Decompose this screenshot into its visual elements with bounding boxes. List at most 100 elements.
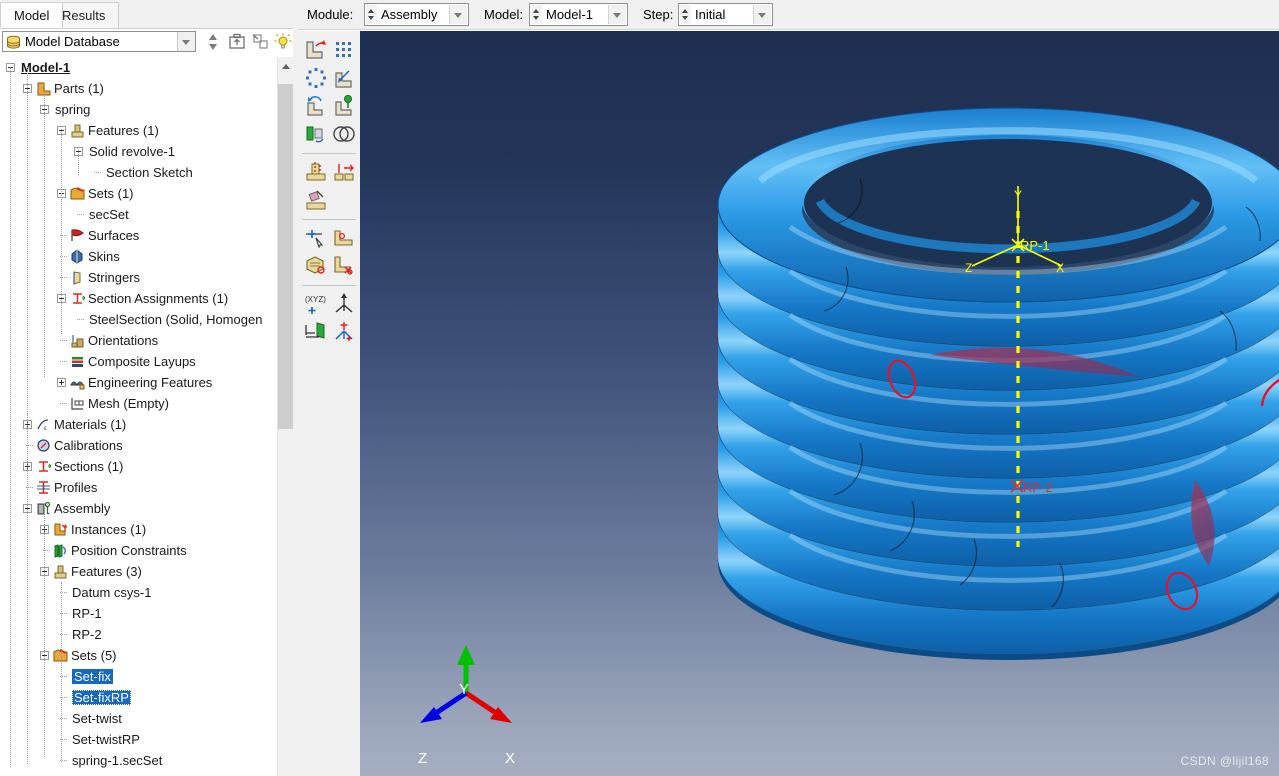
radial-pattern-icon[interactable]	[303, 65, 329, 91]
model-tree[interactable]: Model-1 Parts (1) spring Features (1) Solid …	[0, 57, 277, 776]
tab-model[interactable]: Model	[0, 2, 64, 28]
lightbulb-icon[interactable]	[272, 32, 294, 52]
tree-item-position-constraints[interactable]: Position Constraints	[0, 540, 277, 561]
tree-item-label: Assembly	[54, 501, 111, 516]
translate-to-icon[interactable]	[331, 93, 357, 119]
boolean-instances-icon[interactable]	[331, 121, 357, 147]
model-spinner-icon[interactable]	[531, 5, 542, 24]
tree-guide-line	[27, 414, 28, 764]
triad-y-label: Y	[459, 681, 470, 698]
constraint-remove-icon[interactable]	[331, 253, 357, 279]
panel-tabbar: Model Results	[0, 0, 293, 29]
svg-text:(XYZ): (XYZ)	[305, 295, 326, 304]
orientations-icon	[70, 333, 85, 348]
step-label: Step:	[643, 7, 674, 22]
tree-item-stringers[interactable]: Stringers	[0, 267, 277, 288]
tree-item-engineering-features[interactable]: Engineering Features	[0, 372, 277, 393]
tree-item-features-3[interactable]: Features (3)	[0, 561, 277, 582]
model-label: Model:	[484, 7, 524, 22]
create-datum-plane-icon[interactable]	[303, 319, 329, 345]
tree-item-label: Parts (1)	[54, 81, 104, 96]
tree-item-secset[interactable]: secSet	[0, 204, 277, 225]
create-instance-icon[interactable]	[303, 37, 329, 63]
tree-guide-line	[44, 507, 45, 757]
tree-item-sets-1[interactable]: Sets (1)	[0, 183, 277, 204]
tree-item-steelsection-solid-homogen[interactable]: SteelSection (Solid, Homogen	[0, 309, 277, 330]
tree-item-profiles[interactable]: Profiles	[0, 477, 277, 498]
step-chevron-down-icon[interactable]	[753, 5, 771, 24]
tree-item-features-1[interactable]: Features (1)	[0, 120, 277, 141]
create-datum-csys-icon[interactable]: (XYZ)	[303, 291, 329, 317]
linear-pattern-icon[interactable]	[331, 37, 357, 63]
tree-item-sets-5[interactable]: Sets (5)	[0, 645, 277, 666]
expand-toggle[interactable]	[57, 378, 66, 387]
tree-item-model-1[interactable]: Model-1	[0, 57, 277, 78]
tree-guide-line	[78, 150, 79, 175]
delete-set-icon[interactable]	[303, 187, 329, 213]
model-tree-scrollbar[interactable]	[277, 57, 294, 776]
model-database-select[interactable]: Model Database	[2, 31, 196, 52]
tree-item-rp-2[interactable]: RP-2	[0, 624, 277, 645]
tree-item-spring-1-secset[interactable]: spring-1.secSet	[0, 750, 277, 771]
create-datum-axis-icon[interactable]	[331, 291, 357, 317]
tab-results-label: Results	[62, 8, 106, 23]
tree-item-solid-revolve-1[interactable]: Solid revolve-1	[0, 141, 277, 162]
tree-guide-line	[61, 582, 62, 762]
tree-item-set-twistrp[interactable]: Set-twistRP	[0, 729, 277, 750]
create-datum-point-icon[interactable]	[331, 319, 357, 345]
translate-instance-icon[interactable]	[331, 65, 357, 91]
model-chevron-down-icon[interactable]	[608, 5, 626, 24]
tree-item-surfaces[interactable]: Surfaces	[0, 225, 277, 246]
tree-item-materials-1[interactable]: ε Materials (1)	[0, 414, 277, 435]
constraint-face-to-face-icon[interactable]	[331, 225, 357, 251]
folder-up-icon[interactable]	[226, 32, 248, 52]
tree-connector	[60, 403, 67, 404]
model-select[interactable]: Model-1	[529, 3, 628, 26]
tree-item-label: Engineering Features	[88, 375, 213, 390]
module-spinner-icon[interactable]	[366, 5, 377, 24]
tree-connector	[60, 361, 67, 362]
features-icon	[70, 123, 85, 138]
tree-item-label: Orientations	[88, 333, 159, 348]
tree-item-sections-1[interactable]: Sections (1)	[0, 456, 277, 477]
tree-item-rp-1[interactable]: RP-1	[0, 603, 277, 624]
step-spinner-icon[interactable]	[680, 5, 691, 24]
tree-item-skins[interactable]: Skins	[0, 246, 277, 267]
tree-item-calibrations[interactable]: Calibrations	[0, 435, 277, 456]
rotate-instance-icon[interactable]	[303, 93, 329, 119]
tree-item-set-fixrp[interactable]: Set-fixRP	[0, 687, 277, 708]
spin-updown-button[interactable]	[202, 32, 224, 52]
tree-item-instances-1[interactable]: Instances (1)	[0, 519, 277, 540]
tree-item-section-assignments-1[interactable]: Section Assignments (1)	[0, 288, 277, 309]
copy-objects-icon[interactable]	[250, 32, 272, 52]
svg-text:ε: ε	[44, 426, 47, 432]
tree-item-orientations[interactable]: Orientations	[0, 330, 277, 351]
tree-item-label: spring	[55, 102, 91, 117]
tree-item-mesh-empty[interactable]: Mesh (Empty)	[0, 393, 277, 414]
position-constraints-icon	[53, 543, 68, 558]
viewport-3d[interactable]: RP-1 Y Z X RP-2 Y X Z CSDN @lijil168	[360, 31, 1279, 776]
chevron-down-icon[interactable]	[177, 32, 195, 51]
tree-item-set-twist[interactable]: Set-twist	[0, 708, 277, 729]
constraint-coaxial-icon[interactable]	[303, 253, 329, 279]
create-set-icon[interactable]	[303, 159, 329, 185]
tree-item-spring[interactable]: spring	[0, 99, 277, 120]
merge-cut-instances-icon[interactable]	[303, 121, 329, 147]
tree-item-label: Instances (1)	[71, 522, 147, 537]
module-select[interactable]: Assembly	[364, 3, 469, 26]
tree-item-datum-csys-1[interactable]: Datum csys-1	[0, 582, 277, 603]
constraint-point-icon[interactable]	[303, 225, 329, 251]
create-surface-icon[interactable]	[331, 159, 357, 185]
tree-item-composite-layups[interactable]: Composite Layups	[0, 351, 277, 372]
instances-icon	[53, 522, 68, 537]
scroll-up-button[interactable]	[278, 57, 294, 74]
tree-connector	[94, 172, 101, 173]
module-chevron-down-icon[interactable]	[449, 5, 467, 24]
step-select[interactable]: Initial	[678, 3, 773, 26]
scrollbar-thumb[interactable]	[278, 84, 294, 429]
tree-item-assembly[interactable]: Assembly	[0, 498, 277, 519]
tree-item-set-fix[interactable]: Set-fix	[0, 666, 277, 687]
tree-item-parts-1[interactable]: Parts (1)	[0, 78, 277, 99]
tree-item-section-sketch[interactable]: Section Sketch	[0, 162, 277, 183]
calibrations-icon	[36, 438, 51, 453]
